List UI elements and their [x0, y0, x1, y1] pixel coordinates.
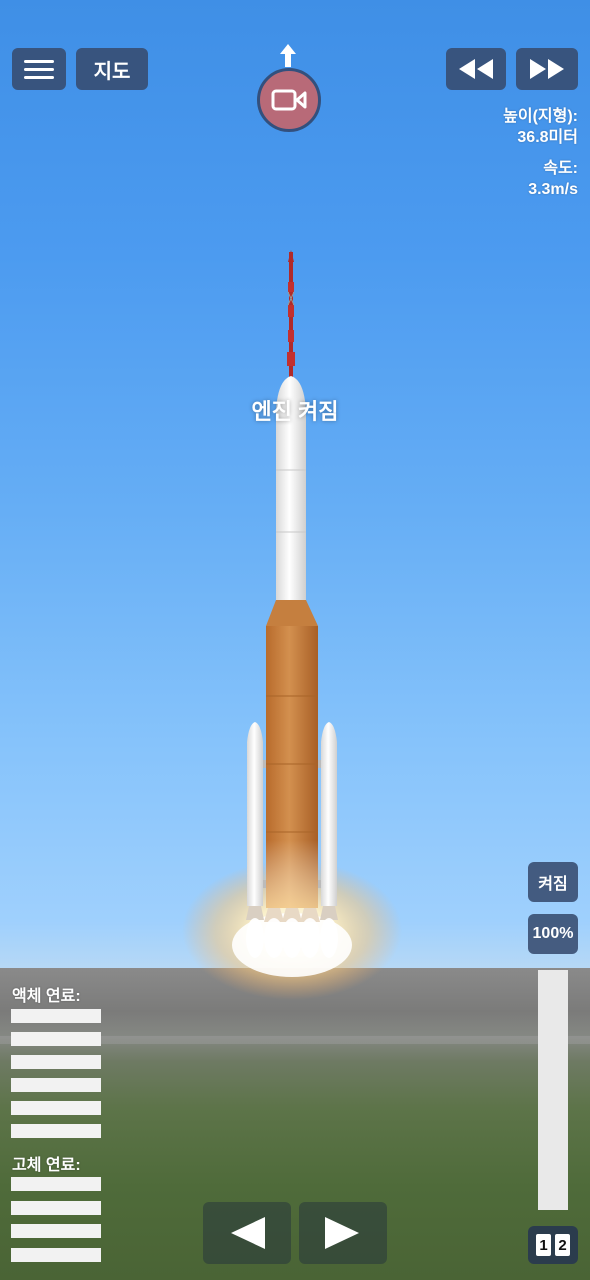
fuel-gauge-fill [11, 1032, 101, 1046]
fuel-gauge-bar [11, 1032, 101, 1046]
stage-number[interactable]: 1 [536, 1234, 551, 1256]
stage-number[interactable]: 2 [555, 1234, 570, 1256]
rewind-icon [459, 59, 493, 79]
altitude-label: 높이(지형): [503, 108, 578, 125]
engine-toggle-button[interactable]: 켜짐 [528, 862, 578, 902]
stage-selector[interactable]: 1 2 [528, 1226, 578, 1264]
camera-direction-arrow-icon [280, 44, 296, 67]
altitude-value: 36.8미터 [517, 129, 578, 146]
speed-label: 속도: [543, 160, 578, 177]
fuel-gauge-fill [11, 1101, 101, 1115]
fuel-gauge-bar [11, 1177, 101, 1191]
exhaust-flames [246, 918, 338, 958]
hamburger-menu-icon [24, 59, 54, 63]
status-message: 엔진 켜짐 [251, 399, 339, 424]
fuel-gauge-bar [11, 1124, 101, 1138]
solid-fuel-label: 고체 연료: [12, 1157, 81, 1174]
liquid-fuel-label: 액체 연료: [12, 988, 81, 1005]
fuel-gauge-bar [11, 1055, 101, 1069]
video-camera-icon [271, 89, 307, 111]
rotate-right-arrow-icon [325, 1217, 359, 1249]
fuel-gauge-bar [11, 1247, 101, 1262]
fast-forward-button[interactable] [516, 48, 578, 90]
fuel-gauge-fill [11, 1177, 101, 1191]
map-button[interactable]: 지도 [76, 48, 148, 90]
throttle-slider[interactable] [538, 970, 568, 1210]
fast-forward-icon [530, 59, 564, 79]
core-stage [266, 600, 318, 908]
rewind-button[interactable] [446, 48, 506, 90]
throttle-fill [538, 970, 568, 1210]
fuel-gauge-fill [11, 1247, 101, 1262]
fuel-gauge-fill [11, 1078, 101, 1092]
fuel-gauge-bar [11, 1200, 101, 1215]
fuel-gauge-bar [11, 1078, 101, 1092]
fuel-gauge-fill [11, 1055, 101, 1069]
camera-button[interactable] [256, 42, 321, 132]
throttle-percent-button[interactable]: 100% [528, 914, 578, 954]
rotate-left-arrow-icon [231, 1217, 265, 1249]
rotate-left-button[interactable] [203, 1202, 291, 1264]
flight-stats: 높이(지형): 36.8미터 속도: 3.3m/s [503, 106, 578, 200]
rotate-right-button[interactable] [299, 1202, 387, 1264]
escape-tower [287, 250, 295, 378]
fuel-gauge-fill [11, 1200, 101, 1215]
speed-value: 3.3m/s [528, 181, 578, 198]
fuel-gauge-bar [11, 1009, 101, 1023]
fuel-gauge-fill [11, 1124, 101, 1138]
fuel-gauge-bar [11, 1224, 101, 1238]
fuel-gauge-fill [11, 1009, 101, 1023]
fuel-gauge-bar [11, 1101, 101, 1115]
menu-button[interactable] [12, 48, 66, 90]
fuel-gauge-fill [11, 1224, 101, 1238]
